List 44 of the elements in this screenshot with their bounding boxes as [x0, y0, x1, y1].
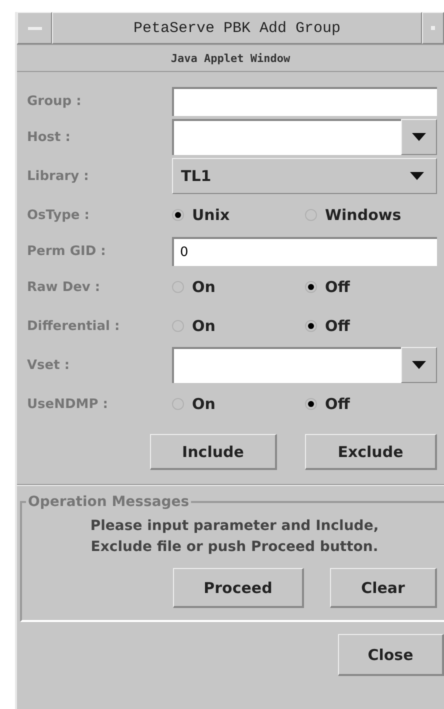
action-button[interactable]: Clear	[330, 568, 437, 608]
field-label: Host :	[27, 130, 72, 144]
field-label: Vset :	[27, 358, 71, 372]
combo-field[interactable]	[172, 119, 401, 155]
action-button[interactable]: Proceed	[173, 568, 304, 608]
dropdown-arrow-icon	[410, 172, 424, 180]
radio-label: Windows	[325, 206, 402, 224]
input-field[interactable]	[172, 86, 437, 116]
action-button[interactable]: Exclude	[305, 434, 437, 470]
dropdown-button[interactable]	[401, 347, 437, 383]
combo-field[interactable]	[172, 347, 401, 383]
radio-label: On	[192, 317, 216, 335]
input-field[interactable]: 0	[172, 236, 437, 266]
dropdown-arrow-icon	[412, 361, 426, 369]
radio-button[interactable]	[305, 320, 317, 332]
field-label: UseNDMP :	[27, 396, 109, 412]
radio-label: On	[192, 395, 216, 413]
field-label: Differential :	[27, 318, 121, 334]
message-text: Exclude file or push Proceed button.	[90, 538, 380, 557]
dropdown-button[interactable]	[401, 119, 437, 155]
field-label: OsType :	[27, 208, 90, 222]
field-label: Group :	[27, 94, 82, 108]
radio-button[interactable]	[305, 281, 317, 293]
radio-label: Unix	[192, 206, 230, 224]
radio-label: Off	[325, 278, 350, 296]
message-text: Please input parameter and Include,	[89, 517, 380, 536]
minus-icon	[28, 26, 42, 30]
field-label: Raw Dev :	[27, 280, 102, 294]
radio-label: Off	[325, 317, 350, 335]
maximize-button[interactable]	[422, 12, 444, 44]
field-label: Library :	[27, 168, 90, 184]
close-button[interactable]: Close	[338, 634, 444, 676]
action-button[interactable]: Include	[150, 434, 277, 470]
field-label: Perm GID :	[27, 244, 107, 258]
library-dropdown[interactable]: TL1	[172, 158, 437, 194]
dropdown-arrow-icon	[412, 133, 426, 141]
window-title: PetaServe PBK Add Group	[52, 12, 422, 44]
radio-button[interactable]	[172, 209, 184, 221]
window-menu-button[interactable]	[17, 12, 52, 44]
radio-label: On	[192, 278, 216, 296]
group-title: Operation Messages	[27, 494, 190, 510]
radio-button[interactable]	[305, 398, 317, 410]
window-subtitle: Java Applet Window	[17, 45, 444, 72]
radio-label: Off	[325, 395, 350, 413]
